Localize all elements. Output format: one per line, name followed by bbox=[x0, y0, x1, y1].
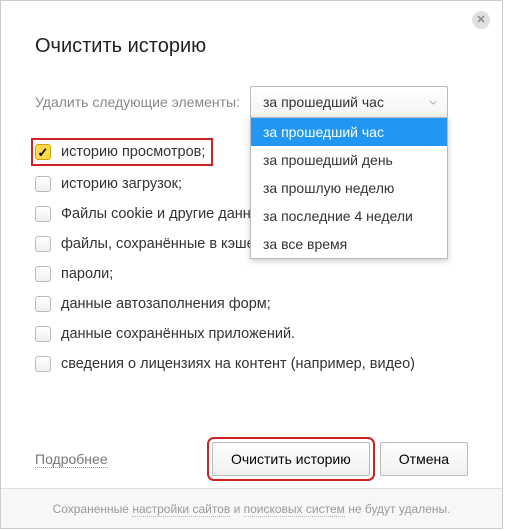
clear-button[interactable]: Очистить историю bbox=[212, 442, 370, 476]
button-group: Очистить историю Отмена bbox=[212, 442, 468, 476]
site-settings-link[interactable]: настройки сайтов bbox=[132, 502, 230, 517]
chevron-down-icon: ⌵ bbox=[429, 97, 437, 108]
check-label: историю загрузок; bbox=[61, 176, 182, 192]
more-link[interactable]: Подробнее bbox=[35, 451, 108, 468]
check-row-autofill[interactable]: данные автозаполнения форм; bbox=[35, 296, 468, 312]
check-label: пароли; bbox=[61, 266, 113, 282]
checkbox[interactable] bbox=[35, 176, 51, 192]
dialog-footer: Подробнее Очистить историю Отмена bbox=[35, 442, 468, 476]
close-icon[interactable]: ✕ bbox=[472, 11, 490, 29]
dropdown-option[interactable]: за прошедший день bbox=[251, 146, 447, 174]
time-range-select-wrap: за прошедший час ⌵ за прошедший час за п… bbox=[250, 86, 448, 118]
check-row-history[interactable]: историю просмотров; bbox=[31, 138, 213, 166]
checkbox[interactable] bbox=[35, 144, 51, 160]
check-label: сведения о лицензиях на контент (наприме… bbox=[61, 356, 415, 372]
check-label: историю просмотров; bbox=[61, 144, 205, 160]
check-row-appdata[interactable]: данные сохранённых приложений. bbox=[35, 326, 468, 342]
dialog-title: Очистить историю bbox=[35, 35, 468, 58]
time-range-label: Удалить следующие элементы: bbox=[35, 94, 240, 110]
checkbox[interactable] bbox=[35, 326, 51, 342]
dropdown-option[interactable]: за последние 4 недели bbox=[251, 202, 447, 230]
check-row-passwords[interactable]: пароли; bbox=[35, 266, 468, 282]
bottom-note: Сохраненные настройки сайтов и поисковых… bbox=[53, 502, 451, 516]
checkbox[interactable] bbox=[35, 266, 51, 282]
check-label: файлы, сохранённые в кэше; bbox=[61, 236, 259, 252]
checkbox[interactable] bbox=[35, 296, 51, 312]
dropdown-option[interactable]: за прошедший час bbox=[251, 118, 447, 146]
bottom-note-bar: Сохраненные настройки сайтов и поисковых… bbox=[1, 488, 502, 528]
check-label: данные автозаполнения форм; bbox=[61, 296, 271, 312]
clear-history-dialog: ✕ Очистить историю Удалить следующие эле… bbox=[0, 0, 503, 529]
checkbox[interactable] bbox=[35, 206, 51, 222]
check-row-licenses[interactable]: сведения о лицензиях на контент (наприме… bbox=[35, 356, 468, 372]
time-range-value: за прошедший час bbox=[263, 94, 384, 110]
time-range-select[interactable]: за прошедший час ⌵ bbox=[250, 86, 448, 118]
dialog-content: Очистить историю Удалить следующие элеме… bbox=[1, 1, 502, 372]
time-range-dropdown: за прошедший час за прошедший день за пр… bbox=[250, 117, 448, 259]
time-range-row: Удалить следующие элементы: за прошедший… bbox=[35, 86, 468, 118]
checkbox[interactable] bbox=[35, 236, 51, 252]
search-systems-link[interactable]: поисковых систем bbox=[244, 502, 345, 517]
cancel-button[interactable]: Отмена bbox=[380, 442, 468, 476]
dropdown-option[interactable]: за прошлую неделю bbox=[251, 174, 447, 202]
dropdown-option[interactable]: за все время bbox=[251, 230, 447, 258]
check-label: данные сохранённых приложений. bbox=[61, 326, 295, 342]
checkbox[interactable] bbox=[35, 356, 51, 372]
